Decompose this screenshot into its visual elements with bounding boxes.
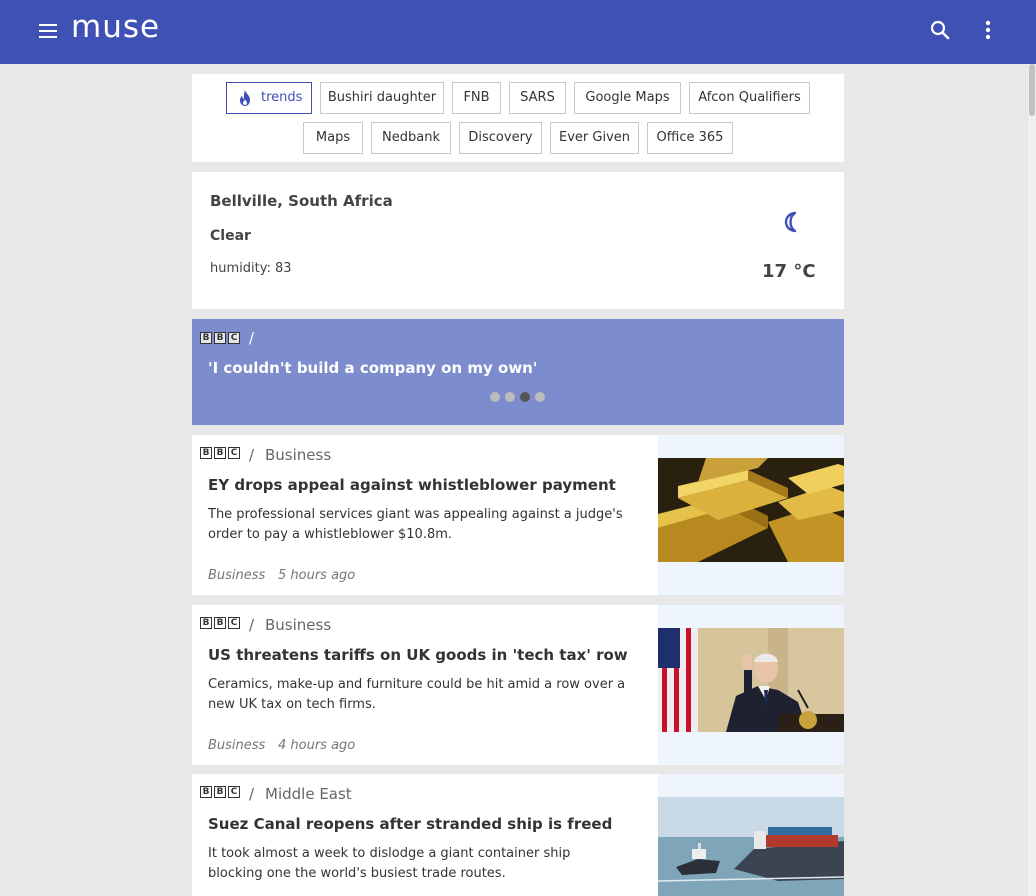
carousel-pagination: [490, 392, 545, 402]
trends-label: trends: [261, 90, 303, 105]
carousel-dot[interactable]: [505, 392, 515, 402]
app-bar: muse: [0, 0, 1036, 64]
hamburger-menu-icon[interactable]: [36, 20, 60, 42]
trend-chip[interactable]: Discovery: [459, 122, 542, 154]
article-title[interactable]: EY drops appeal against whistleblower pa…: [208, 476, 648, 494]
trend-chip[interactable]: Office 365: [647, 122, 733, 154]
article-category[interactable]: Middle East: [265, 785, 352, 803]
weather-location: Bellville, South Africa: [210, 192, 393, 210]
weather-card[interactable]: Bellville, South Africa Clear humidity: …: [192, 172, 844, 309]
crescent-moon-icon: [780, 210, 804, 234]
carousel-dot[interactable]: [535, 392, 545, 402]
gold-bars-image[interactable]: [658, 458, 844, 562]
article-category[interactable]: Business: [265, 446, 331, 464]
source-separator: /: [249, 446, 255, 464]
more-vert-icon[interactable]: [976, 18, 1000, 42]
weather-humidity: humidity: 83: [210, 261, 292, 276]
scrollbar-thumb[interactable]: [1029, 64, 1035, 116]
news-card[interactable]: BBC / Middle East Suez Canal reopens aft…: [192, 774, 844, 896]
weather-condition: Clear: [210, 228, 251, 244]
trend-chip[interactable]: FNB: [452, 82, 501, 114]
carousel-headline[interactable]: 'I couldn't build a company on my own': [208, 359, 537, 377]
news-card[interactable]: BBC / Business US threatens tariffs on U…: [192, 605, 844, 765]
page-scrollbar[interactable]: [1028, 64, 1036, 896]
article-description: It took almost a week to dislodge a gian…: [208, 846, 571, 881]
article-title[interactable]: US threatens tariffs on UK goods in 'tec…: [208, 646, 648, 664]
trend-chip[interactable]: Maps: [303, 122, 363, 154]
bbc-logo: BBC: [200, 447, 240, 463]
trend-chip[interactable]: Bushiri daughter: [320, 82, 444, 114]
carousel-dot[interactable]: [490, 392, 500, 402]
trend-chip[interactable]: Nedbank: [371, 122, 451, 154]
article-title[interactable]: Suez Canal reopens after stranded ship i…: [208, 815, 648, 833]
trend-chip[interactable]: SARS: [509, 82, 566, 114]
article-meta-category: Business: [208, 738, 266, 753]
app-logo[interactable]: muse: [71, 9, 160, 45]
trend-chip[interactable]: Ever Given: [550, 122, 639, 154]
headline-carousel[interactable]: BBC / 'I couldn't build a company on my …: [192, 319, 844, 425]
carousel-dot-active[interactable]: [520, 392, 530, 402]
article-meta-category: Business: [208, 568, 266, 583]
trends-card: trends Bushiri daughter FNB SARS Google …: [192, 74, 844, 162]
bbc-logo: BBC: [200, 617, 240, 633]
source-separator: /: [249, 329, 255, 347]
article-time: 4 hours ago: [278, 738, 356, 753]
article-time: 5 hours ago: [278, 568, 356, 583]
bbc-logo: BBC: [200, 332, 240, 344]
article-category[interactable]: Business: [265, 616, 331, 634]
trends-chip[interactable]: trends: [226, 82, 312, 114]
source-separator: /: [249, 616, 255, 634]
president-at-podium-image[interactable]: [658, 628, 844, 732]
bbc-logo: BBC: [200, 786, 240, 802]
source-separator: /: [249, 785, 255, 803]
trend-chip[interactable]: Google Maps: [574, 82, 681, 114]
container-ship-image[interactable]: [658, 797, 844, 896]
weather-temperature: 17 °C: [762, 261, 816, 282]
flame-icon: [240, 90, 250, 106]
article-description: Ceramics, make-up and furniture could be…: [208, 677, 626, 712]
news-card[interactable]: BBC / Business EY drops appeal against w…: [192, 435, 844, 595]
search-icon[interactable]: [928, 18, 952, 42]
trend-chip[interactable]: Afcon Qualifiers: [689, 82, 810, 114]
article-description: The professional services giant was appe…: [208, 507, 623, 542]
